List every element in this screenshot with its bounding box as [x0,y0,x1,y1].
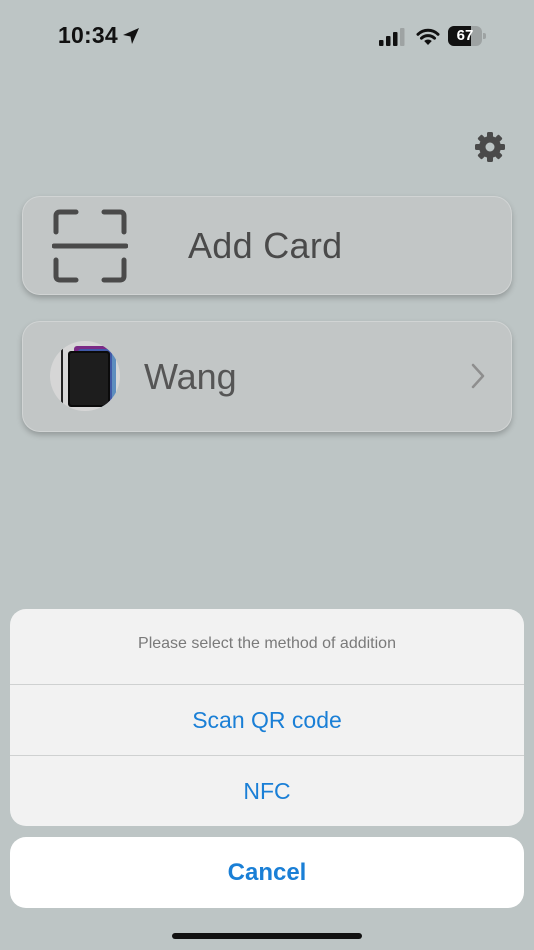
battery-tip [483,33,486,39]
scan-frame-icon [52,209,128,283]
cancel-button[interactable]: Cancel [10,837,524,908]
wifi-icon [416,28,440,45]
battery-percent: 67 [456,27,474,44]
card-thumbnail [50,341,120,411]
status-bar: 10:34 67 [0,0,534,72]
home-indicator [172,933,362,939]
add-card-label: Add Card [188,225,343,266]
gear-icon[interactable] [474,131,506,163]
add-card-button[interactable]: Add Card [22,196,512,295]
card-item-wang[interactable]: Wang [22,321,512,432]
chevron-right-icon [471,363,485,389]
card-item-label: Wang [144,356,237,397]
cellular-signal-icon [379,28,405,46]
action-sheet: Please select the method of addition Sca… [10,609,524,826]
scan-qr-code-button[interactable]: Scan QR code [10,685,524,755]
status-time: 10:34 [58,22,118,48]
nfc-button[interactable]: NFC [10,756,524,826]
battery-body: 67 [448,26,482,46]
action-sheet-title: Please select the method of addition [138,635,396,652]
card-image [61,346,116,407]
location-arrow-icon [123,28,139,44]
battery-icon: 67 [448,26,488,46]
